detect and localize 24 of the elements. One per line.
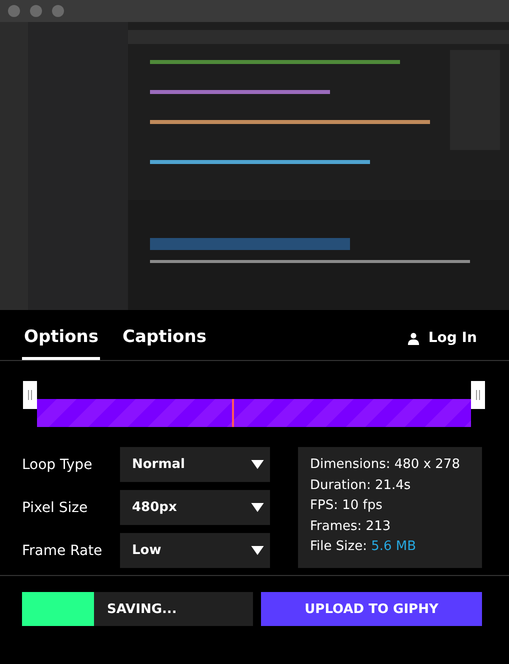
info-line: Frames: 213 xyxy=(310,518,392,536)
setting-label: Loop Type xyxy=(22,456,94,472)
login-button[interactable]: Log In xyxy=(407,330,487,360)
trim-bar[interactable] xyxy=(23,381,485,427)
caret-icon xyxy=(251,503,264,512)
tab[interactable]: Captions xyxy=(120,327,208,360)
dropdown[interactable]: 480px xyxy=(120,490,270,525)
caret-icon xyxy=(251,460,264,469)
info-line: FPS: 10 fps xyxy=(310,497,384,515)
tab[interactable]: Options xyxy=(22,327,100,360)
dropdown[interactable]: Normal xyxy=(120,447,270,482)
info-line: File Size: 5.6 MB xyxy=(310,538,418,556)
info-line: Duration: 21.4s xyxy=(310,476,412,494)
user-icon xyxy=(407,332,420,344)
trim-start-handle[interactable] xyxy=(23,381,37,409)
upload-button[interactable]: UPLOAD TO GIPHY xyxy=(261,592,482,626)
setting-label: Pixel Size xyxy=(22,500,89,516)
trim-end-handle[interactable] xyxy=(471,381,485,409)
info-line: Dimensions: 480 x 278 xyxy=(310,456,461,474)
caret-icon xyxy=(251,546,264,555)
setting-label: Frame Rate xyxy=(22,542,104,558)
saving-label: SAVING... xyxy=(107,602,177,616)
dropdown[interactable]: Low xyxy=(120,533,270,568)
playhead[interactable] xyxy=(232,399,234,427)
